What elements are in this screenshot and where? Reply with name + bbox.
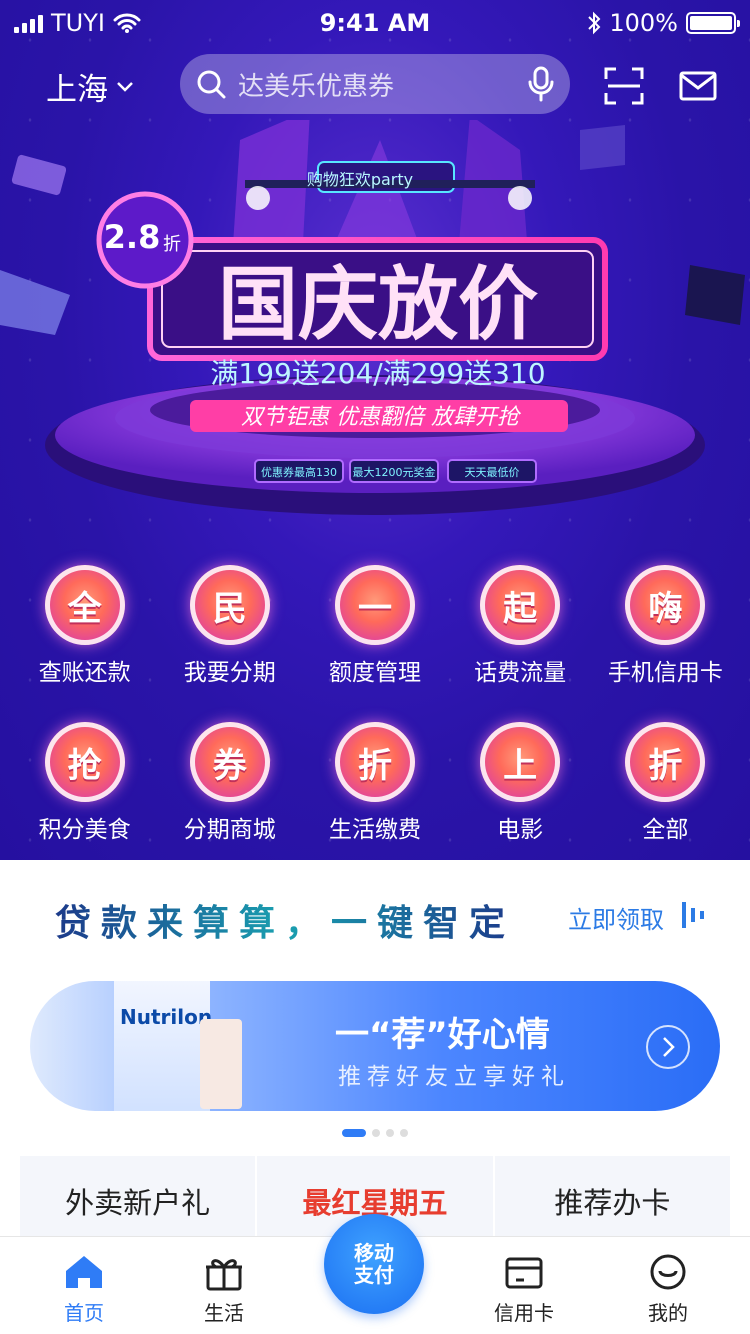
tab-home[interactable]: 首页 <box>34 1253 134 1326</box>
carousel-dot[interactable] <box>386 1129 394 1137</box>
service-grid-row1: 全查账还款 民我要分期 一额度管理 起话费流量 嗨手机信用卡 <box>0 565 750 687</box>
tab-label: 生活 <box>204 1301 244 1325</box>
promo-chip: 最大1200元奖金 <box>353 465 436 479</box>
mobile-pay-label: 移动支付 <box>354 1241 394 1287</box>
coin-icon: 折 <box>625 722 706 802</box>
banner-title: 一“荐”好心情 <box>335 1015 550 1055</box>
product-image: Nutrilon <box>114 981 213 1111</box>
battery-percent: 100% <box>609 9 678 37</box>
microphone-icon[interactable] <box>528 66 554 102</box>
loan-claim-link[interactable]: 立即领取 <box>568 900 664 935</box>
service-label: 查账还款 <box>38 660 131 686</box>
service-all[interactable]: 折全部 <box>600 722 730 844</box>
carousel-dots <box>0 1129 750 1137</box>
mobile-pay-button[interactable]: 移动支付 <box>324 1214 424 1314</box>
tab-life[interactable]: 生活 <box>174 1253 274 1326</box>
coin-icon: 券 <box>189 722 270 802</box>
carousel-dot-active[interactable] <box>342 1129 366 1137</box>
service-label: 生活缴费 <box>328 817 421 843</box>
coin-icon: 嗨 <box>625 565 706 645</box>
tab-me[interactable]: 我的 <box>618 1253 718 1326</box>
service-label: 全部 <box>642 817 689 843</box>
service-installment[interactable]: 民我要分期 <box>165 565 295 687</box>
service-credit-limit[interactable]: 一额度管理 <box>310 565 440 687</box>
gift-icon <box>206 1259 242 1291</box>
service-label: 分期商城 <box>183 817 276 843</box>
coin-icon: 全 <box>44 565 125 645</box>
banner-subtitle: 推荐好友立享好礼 <box>338 1064 570 1090</box>
search-input[interactable]: 达美乐优惠券 <box>238 66 528 103</box>
promo-chip: 优惠券最高130 <box>261 465 337 479</box>
promo-offer: 满199送204/满299送310 <box>210 357 545 390</box>
coin-icon: 抢 <box>44 722 125 802</box>
card-takeout-gift[interactable]: 外卖新户礼 <box>20 1156 256 1246</box>
chevron-down-icon <box>117 81 133 92</box>
carousel-dot[interactable] <box>400 1129 408 1137</box>
smile-icon <box>650 1254 686 1290</box>
city-name: 上海 <box>46 72 108 108</box>
service-grid-row2: 抢积分美食 券分期商城 折生活缴费 上电影 折全部 <box>0 722 750 844</box>
service-phone-credit-card[interactable]: 嗨手机信用卡 <box>600 565 730 687</box>
service-movie[interactable]: 上电影 <box>455 722 585 844</box>
card-recommend-card[interactable]: 推荐办卡 <box>494 1156 730 1246</box>
party-sign: 购物狂欢party <box>307 170 413 189</box>
coin-icon: 民 <box>189 565 270 645</box>
service-bill-payment[interactable]: 折生活缴费 <box>310 722 440 844</box>
service-phone-data[interactable]: 起话费流量 <box>455 565 585 687</box>
scan-icon[interactable] <box>604 66 644 106</box>
service-points-food[interactable]: 抢积分美食 <box>20 722 150 844</box>
tab-label: 我的 <box>648 1301 688 1325</box>
promo-slogan: 双节钜惠 优惠翻倍 放肆开抢 <box>241 405 522 430</box>
loan-strip[interactable]: 贷款来算算，一键智定 立即领取 <box>0 860 750 970</box>
coin-icon: 起 <box>480 565 561 645</box>
product-image <box>200 1019 242 1109</box>
service-label: 手机信用卡 <box>607 660 723 686</box>
search-bar[interactable]: 达美乐优惠券 <box>180 54 570 114</box>
service-label: 积分美食 <box>38 817 131 843</box>
promo-stage[interactable]: 购物狂欢party 2.8 折 国庆放价 满199送204/满299送310 双… <box>0 110 750 560</box>
promo-artwork: 购物狂欢party 2.8 折 国庆放价 满199送204/满299送310 双… <box>0 110 745 515</box>
service-label: 话费流量 <box>474 660 567 686</box>
service-installment-mall[interactable]: 券分期商城 <box>165 722 295 844</box>
wallet-icon <box>505 1257 543 1289</box>
home-icon <box>66 1256 102 1288</box>
discount-value: 2.8 <box>104 218 161 256</box>
service-statement-repay[interactable]: 全查账还款 <box>20 565 150 687</box>
signal-bars-icon <box>682 902 704 928</box>
service-label: 额度管理 <box>328 660 421 686</box>
chevron-right-icon <box>663 1037 675 1057</box>
battery-icon <box>686 12 740 34</box>
search-icon <box>197 70 226 99</box>
promo-chip: 天天最低价 <box>465 466 520 479</box>
tab-credit-card[interactable]: 信用卡 <box>474 1253 574 1326</box>
hero-banner[interactable]: TUYI 9:41 AM 100% 上海 达美乐优惠券 购物狂欢party 2.… <box>0 0 750 860</box>
service-label: 电影 <box>497 817 544 843</box>
message-icon[interactable] <box>678 66 718 106</box>
top-bar: 上海 达美乐优惠券 <box>0 54 750 114</box>
status-bar: TUYI 9:41 AM 100% <box>0 0 750 44</box>
city-selector[interactable]: 上海 <box>46 64 134 109</box>
referral-banner[interactable]: Nutrilon 一“荐”好心情 推荐好友立享好礼 <box>30 981 720 1111</box>
carousel-dot[interactable] <box>372 1129 380 1137</box>
service-label: 我要分期 <box>183 660 276 686</box>
tab-label: 首页 <box>64 1301 104 1325</box>
product-name: Nutrilon <box>120 1005 213 1029</box>
loan-title: 贷款来算算，一键智定 <box>55 894 515 946</box>
coin-icon: 折 <box>334 722 415 802</box>
discount-unit: 折 <box>163 234 181 255</box>
banner-next-button[interactable] <box>646 1025 690 1069</box>
coin-icon: 上 <box>480 722 561 802</box>
tab-label: 信用卡 <box>494 1301 554 1325</box>
bluetooth-icon <box>588 11 601 35</box>
coin-icon: 一 <box>334 565 415 645</box>
promo-title: 国庆放价 <box>218 258 538 351</box>
